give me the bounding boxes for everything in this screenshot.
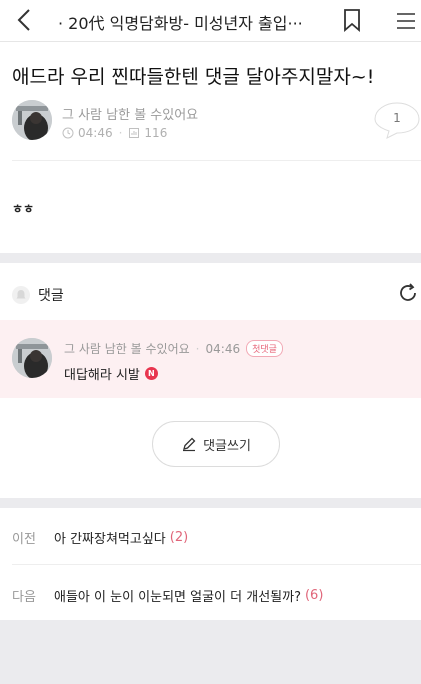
avatar[interactable] (12, 338, 52, 378)
post-views: 116 (144, 126, 168, 140)
divider (12, 564, 421, 565)
board-title: · 20代 익명담화방- 미성년자 출입··· (58, 14, 303, 33)
post-meta: 04:46 · 116 (62, 126, 167, 140)
first-comment-badge: 첫댓글 (246, 340, 283, 357)
next-post-title: 애들아 이 눈이 이눈되면 얼굴이 더 개선될까? (54, 590, 301, 605)
comments-title: 댓글 (38, 288, 64, 304)
comments-header: 댓글 (12, 285, 64, 305)
comment-item[interactable]: 그 사람 남한 볼 수있어요 · 04:46 첫댓글 대답해라 시발 N (0, 320, 421, 398)
avatar-image (12, 338, 52, 378)
comments-section: 댓글 그 사람 남한 볼 수있어요 · 04:46 첫댓글 대답해라 시발 N (0, 263, 421, 498)
post-card: 애드라 우리 찐따들한텐 댓글 달아주지말자~! 그 사람 남한 볼 수있어요 … (0, 42, 421, 253)
avatar-image (12, 100, 52, 140)
top-app-bar: · 20代 익명담화방- 미성년자 출입··· (0, 0, 421, 42)
prev-post-comment-count: (2) (169, 530, 189, 545)
comment-count-button[interactable]: 1 (373, 100, 421, 140)
views-icon (129, 128, 140, 138)
post-body: ㅎㅎ (12, 202, 35, 216)
refresh-icon[interactable] (397, 282, 419, 304)
divider (12, 160, 421, 161)
bell-icon (12, 286, 30, 304)
next-post-link[interactable]: 다음 애들아 이 눈이 이눈되면 얼굴이 더 개선될까? (6) (12, 586, 421, 605)
new-badge-icon: N (144, 367, 158, 380)
next-label: 다음 (12, 590, 36, 605)
avatar[interactable] (12, 100, 52, 140)
post-title: 애드라 우리 찐따들한텐 댓글 달아주지말자~! (12, 66, 375, 88)
write-comment-label: 댓글쓰기 (203, 438, 251, 454)
write-comment-button[interactable]: 댓글쓰기 (152, 421, 280, 467)
post-navigation: 이전 아 간짜장쳐먹고싶다 (2) 다음 애들아 이 눈이 이눈되면 얼굴이 더… (0, 508, 421, 620)
chevron-left-icon[interactable] (12, 6, 38, 34)
prev-post-title: 아 간짜장쳐먹고싶다 (54, 532, 166, 547)
post-author: 그 사람 남한 볼 수있어요 (62, 108, 199, 123)
prev-label: 이전 (12, 532, 36, 547)
meta-separator: · (118, 126, 123, 140)
comment-meta: 그 사람 남한 볼 수있어요 · 04:46 첫댓글 (64, 340, 283, 357)
comment-time: 04:46 (205, 341, 241, 356)
pencil-icon (183, 437, 196, 452)
hamburger-menu-icon[interactable] (395, 10, 417, 32)
comment-text: 대답해라 시발 (64, 368, 140, 383)
comment-author: 그 사람 남한 볼 수있어요 (64, 342, 190, 356)
comment-count: 1 (393, 111, 401, 125)
meta-separator: · (195, 341, 200, 356)
prev-post-link[interactable]: 이전 아 간짜장쳐먹고싶다 (2) (12, 528, 421, 547)
bookmark-icon[interactable] (342, 8, 362, 32)
clock-icon (62, 127, 74, 139)
post-time: 04:46 (78, 126, 113, 140)
next-post-comment-count: (6) (304, 588, 324, 603)
comment-text-line: 대답해라 시발 N (64, 364, 158, 383)
